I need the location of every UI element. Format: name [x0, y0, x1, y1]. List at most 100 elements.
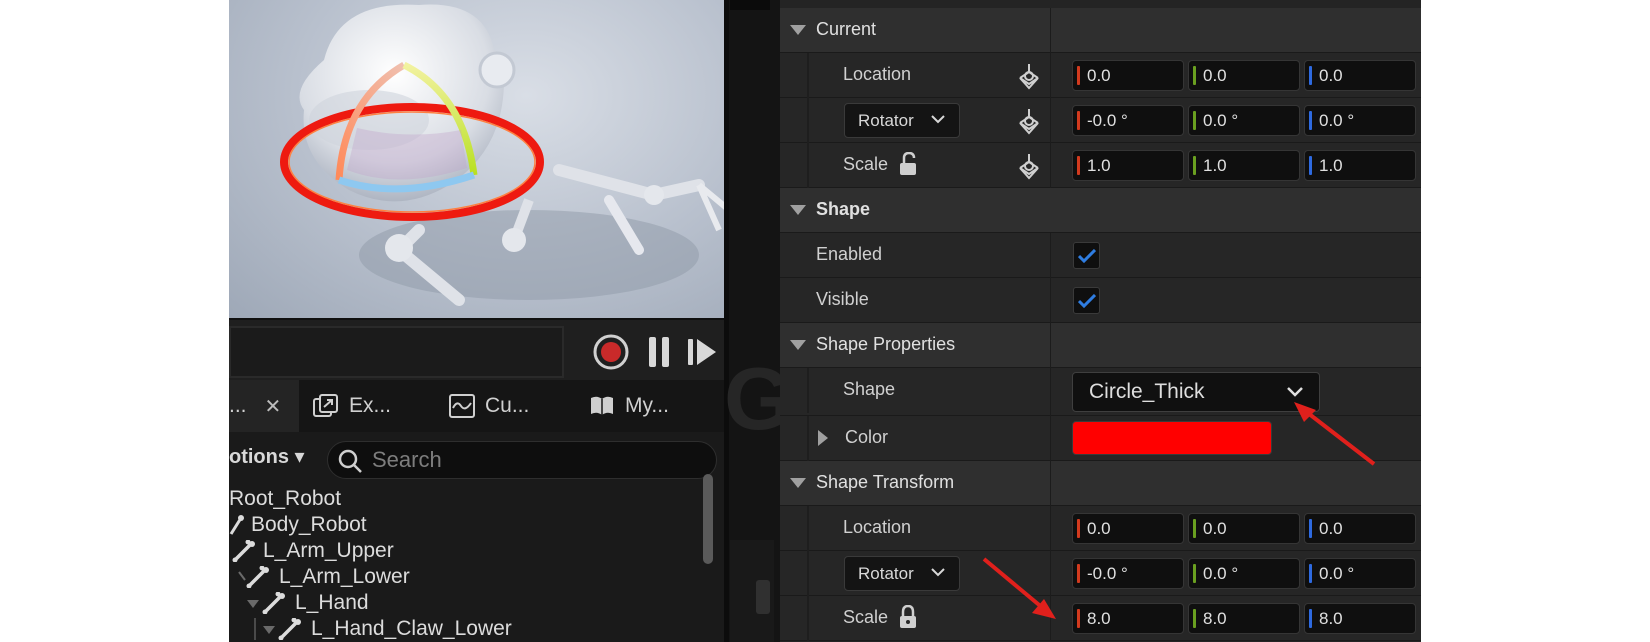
location-y-field[interactable]: 0.0 — [1188, 513, 1300, 544]
scale-y-field[interactable]: 8.0 — [1188, 603, 1300, 634]
location-z-field[interactable]: 0.0 — [1304, 60, 1416, 91]
options-dropdown[interactable]: otions ▾ — [229, 444, 305, 469]
book-icon — [591, 396, 613, 415]
rotator-y-field[interactable]: 0.0 ° — [1188, 558, 1300, 589]
color-swatch[interactable] — [1072, 421, 1272, 455]
close-icon[interactable]: ✕ — [265, 394, 282, 419]
expand-arrow-icon[interactable] — [790, 25, 806, 35]
viewport-3d[interactable] — [229, 0, 724, 318]
shape-dropdown[interactable]: Circle_Thick — [1072, 372, 1320, 412]
enabled-checkbox[interactable] — [1073, 242, 1100, 269]
tab-skeleton-tree[interactable]: ... ✕ — [229, 380, 299, 432]
tab-label: ... — [229, 394, 247, 417]
tree-item-body-robot[interactable]: Body_Robot — [229, 512, 367, 538]
unlock-icon[interactable] — [898, 152, 920, 176]
scale-x-field[interactable]: 8.0 — [1072, 603, 1184, 634]
step-forward-button[interactable] — [684, 334, 720, 370]
rotator-label: Rotator — [858, 564, 914, 583]
rotator-dropdown[interactable]: Rotator — [844, 556, 960, 591]
visible-checkbox[interactable] — [1073, 287, 1100, 314]
location-x-field[interactable]: 0.0 — [1072, 60, 1184, 91]
visible-label: Visible — [816, 289, 869, 309]
category-title: Shape Properties — [816, 334, 956, 354]
expand-arrow-icon[interactable] — [790, 478, 806, 488]
chevron-down-icon — [931, 568, 945, 577]
graph-scroll-knob[interactable] — [756, 580, 770, 614]
category-title: Shape — [816, 199, 871, 219]
tree-item-root-robot[interactable]: Root_Robot — [229, 486, 341, 512]
reset-axis-icon[interactable] — [1016, 107, 1042, 135]
tree-item-label: L_Hand — [295, 591, 369, 614]
check-icon — [1077, 248, 1096, 263]
tree-item-label: L_Arm_Upper — [263, 539, 394, 562]
shape-visible-row: Visible — [780, 278, 1421, 323]
search-icon — [338, 449, 362, 473]
bone-icon — [247, 592, 285, 614]
transport-bar — [229, 318, 724, 380]
scale-label: Scale — [843, 154, 889, 174]
bone-icon — [238, 566, 269, 588]
skeleton-tree-panel: ... ✕ Ex... Cu... My... otions ▾ Search … — [229, 380, 724, 642]
record-button[interactable] — [593, 334, 629, 370]
timeline-field[interactable] — [229, 326, 564, 378]
scale-z-field[interactable]: 1.0 — [1304, 150, 1416, 181]
rotator-x-field[interactable]: -0.0 ° — [1072, 558, 1184, 589]
tree-item-label: L_Hand_Claw_Lower — [311, 617, 512, 640]
current-scale-row: Scale 1.0 1.0 1.0 — [780, 143, 1421, 188]
scale-label: Scale — [843, 607, 889, 627]
category-title: Shape Transform — [816, 472, 955, 492]
tree-item-l-hand-claw-lower[interactable]: L_Hand_Claw_Lower — [253, 616, 512, 642]
location-x-field[interactable]: 0.0 — [1072, 513, 1184, 544]
current-location-row: Location 0.0 0.0 0.0 — [780, 53, 1421, 98]
shape-enabled-row: Enabled — [780, 233, 1421, 278]
tree-item-l-arm-lower[interactable]: L_Arm_Lower — [237, 564, 410, 590]
category-shape-transform[interactable]: Shape Transform — [780, 461, 1421, 506]
location-y-field[interactable]: 0.0 — [1188, 60, 1300, 91]
panel-tab-bar: ... ✕ Ex... Cu... My... — [229, 380, 724, 432]
bone-icon — [232, 540, 255, 562]
panel-divider[interactable] — [724, 0, 729, 642]
transform-location-row: Location 0.0 0.0 0.0 — [780, 506, 1421, 551]
pause-icon — [649, 337, 669, 367]
shape-label: Shape — [843, 379, 896, 399]
lock-icon[interactable] — [898, 605, 920, 629]
location-label: Location — [843, 517, 912, 537]
record-icon — [593, 334, 629, 370]
rotator-y-field[interactable]: 0.0 ° — [1188, 105, 1300, 136]
tab-export[interactable]: Ex... — [313, 380, 423, 432]
category-shape[interactable]: Shape — [780, 188, 1421, 233]
tab-curves[interactable]: Cu... — [449, 380, 559, 432]
search-box[interactable] — [327, 441, 717, 479]
location-label: Location — [843, 64, 912, 84]
category-shape-properties[interactable]: Shape Properties — [780, 323, 1421, 368]
scale-x-field[interactable]: 1.0 — [1072, 150, 1184, 181]
rotator-dropdown[interactable]: Rotator — [844, 103, 960, 138]
options-row: otions ▾ — [229, 432, 724, 484]
pause-button[interactable] — [641, 334, 677, 370]
tree-item-label: Root_Robot — [229, 487, 342, 510]
enabled-label: Enabled — [816, 244, 883, 264]
reset-axis-icon[interactable] — [1016, 62, 1042, 90]
rotator-x-field[interactable]: -0.0 ° — [1072, 105, 1184, 136]
tab-label: My... — [625, 394, 669, 417]
rotator-z-field[interactable]: 0.0 ° — [1304, 558, 1416, 589]
scale-z-field[interactable]: 8.0 — [1304, 603, 1416, 634]
transform-rotator-row: Rotator -0.0 ° 0.0 ° 0.0 ° — [780, 551, 1421, 596]
expand-arrow-icon[interactable] — [790, 205, 806, 215]
chevron-down-icon — [1287, 387, 1303, 397]
tab-label: Ex... — [349, 394, 392, 417]
scale-y-field[interactable]: 1.0 — [1188, 150, 1300, 181]
tab-my-blueprint[interactable]: My... — [589, 380, 719, 432]
tree-item-l-hand[interactable]: L_Hand — [237, 590, 369, 616]
search-input[interactable] — [372, 446, 702, 474]
shape-value: Circle_Thick — [1089, 380, 1205, 403]
category-current[interactable]: Current — [780, 8, 1421, 53]
expand-arrow-icon[interactable] — [790, 340, 806, 350]
rotator-z-field[interactable]: 0.0 ° — [1304, 105, 1416, 136]
expand-arrow-icon[interactable] — [818, 430, 828, 446]
tree-item-l-arm-upper[interactable]: L_Arm_Upper — [231, 538, 394, 564]
reset-axis-icon[interactable] — [1016, 152, 1042, 180]
details-panel: Current Location 0.0 0.0 0.0 Rotator -0.… — [780, 0, 1421, 642]
location-z-field[interactable]: 0.0 — [1304, 513, 1416, 544]
tree-scrollbar[interactable] — [703, 474, 713, 564]
